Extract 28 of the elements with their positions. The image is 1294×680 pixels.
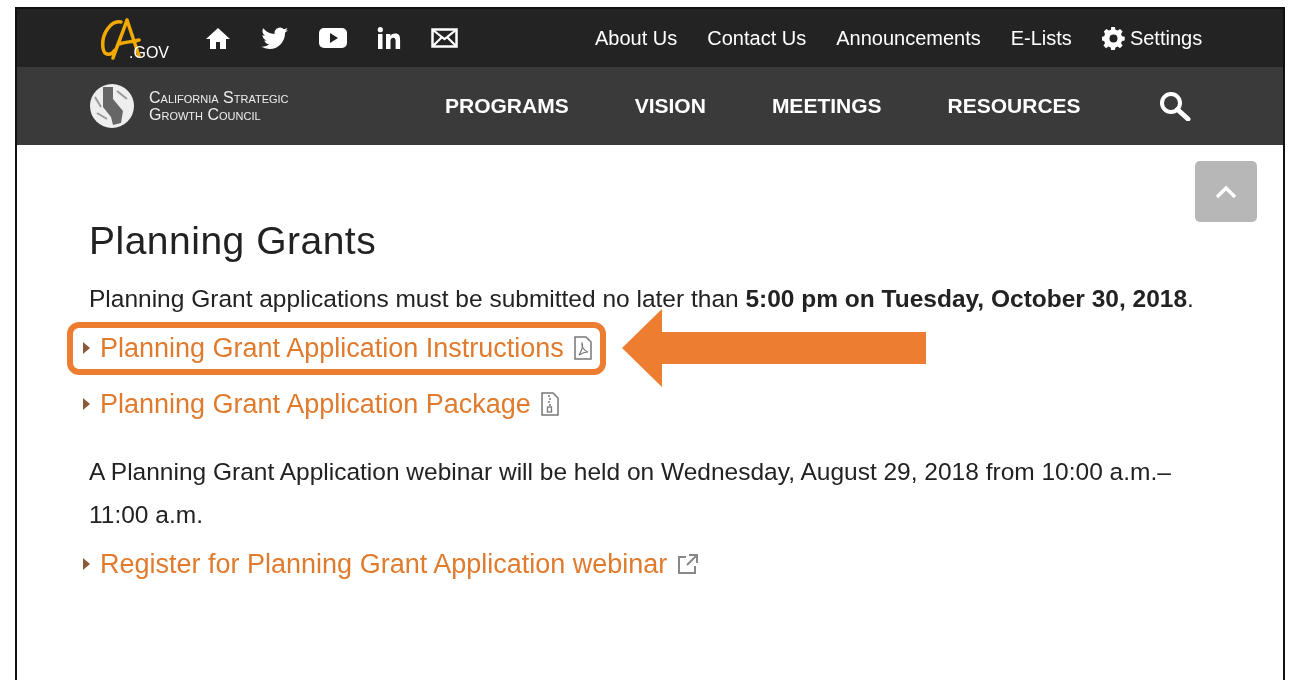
bullet-triangle-icon [83, 398, 90, 410]
nav-link[interactable]: RESOURCES [947, 94, 1081, 118]
gear-icon [1101, 26, 1126, 50]
nav-link[interactable]: MEETINGS [771, 94, 882, 118]
bullet-triangle-icon [83, 342, 90, 354]
seal-icon[interactable] [89, 83, 135, 129]
nav-link[interactable]: VISION [634, 94, 706, 118]
utility-link[interactable]: E-Lists [1010, 26, 1072, 50]
home-icon[interactable] [205, 26, 231, 50]
envelope-icon[interactable] [431, 28, 458, 48]
chevron-up-icon [1215, 184, 1237, 199]
settings-link[interactable]: Settings [1101, 26, 1203, 50]
linkedin-icon[interactable] [377, 27, 401, 49]
utility-link[interactable]: About Us [595, 26, 678, 50]
search-icon[interactable] [1158, 91, 1191, 121]
nav-link[interactable]: PROGRAMS [445, 94, 569, 118]
bird-icon[interactable] [261, 26, 289, 50]
bullet-triangle-icon [83, 558, 90, 570]
webinar-paragraph: A Planning Grant Application webinar will be held on Wednesday, August 29, 2018 from 10:00 a.m.–11:00 a.m. [89, 457, 1172, 530]
section-heading: Planning Grants [89, 219, 378, 263]
utility-link[interactable]: Announcements [836, 26, 981, 50]
utility-link[interactable]: Contact Us [707, 26, 807, 50]
play-icon[interactable] [319, 28, 347, 48]
intro-paragraph: Planning Grant applications must be submitted no later than 5:00 pm on Tuesday, October 30, 2018. [89, 284, 1194, 314]
pdf-file-icon [573, 336, 592, 360]
external-link-icon [677, 553, 700, 575]
zip-file-icon [540, 392, 559, 416]
site-name[interactable]: California Strategic Growth Council [149, 89, 329, 123]
